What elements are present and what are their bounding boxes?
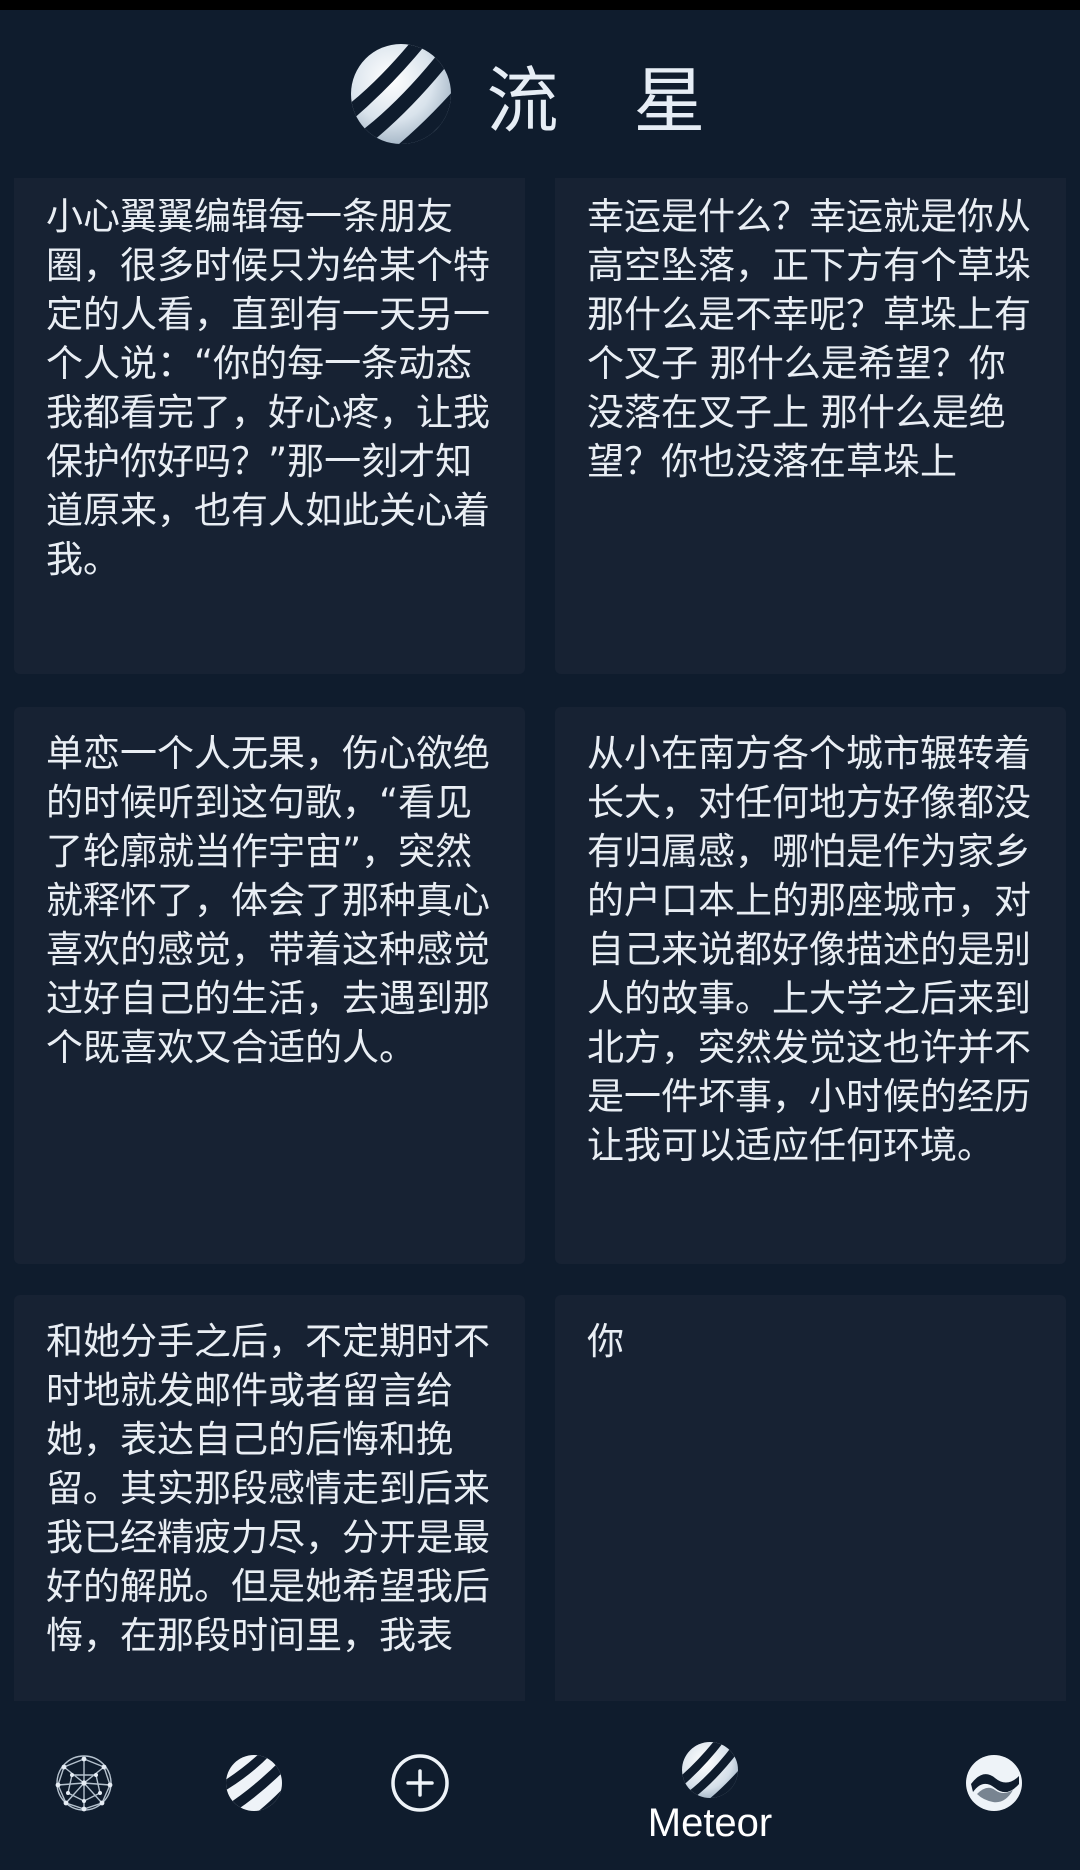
post-text: 你 xyxy=(587,1320,624,1363)
app-header: 流 星 xyxy=(0,10,1080,178)
post-card[interactable]: 幸运是什么？幸运就是你从高空坠落，正下方有个草垛 那什么是不幸呢？草垛上有个叉子… xyxy=(555,178,1066,674)
brand: 流 星 xyxy=(349,42,732,147)
post-text: 从小在南方各个城市辗转着长大，对任何地方好像都没有归属感，哪怕是作为家乡的户口本… xyxy=(587,732,1031,1167)
post-card[interactable]: 你 xyxy=(555,1295,1066,1701)
add-circle-icon xyxy=(391,1754,449,1812)
network-globe-icon xyxy=(55,1755,113,1812)
meteor-logo-icon xyxy=(682,1741,738,1798)
nav-item-explore[interactable] xyxy=(52,1751,116,1815)
post-text: 小心翼翼编辑每一条朋友圈，很多时候只为给某个特定的人看，直到有一天另一个人说：“… xyxy=(46,195,490,581)
nav-label-meteor: Meteor xyxy=(647,1800,773,1845)
nav-item-profile[interactable] xyxy=(962,1751,1026,1815)
post-card[interactable]: 小心翼翼编辑每一条朋友圈，很多时候只为给某个特定的人看，直到有一天另一个人说：“… xyxy=(14,178,525,674)
post-card[interactable]: 单恋一个人无果，伤心欲绝的时候听到这句歌，“看见了轮廓就当作宇宙”，突然就释怀了… xyxy=(14,707,525,1264)
nav-item-meteor-feed[interactable] xyxy=(222,1751,286,1815)
bottom-nav: Meteor xyxy=(0,1701,1080,1870)
add-post-button[interactable] xyxy=(388,1751,452,1815)
post-text: 幸运是什么？幸运就是你从高空坠落，正下方有个草垛 那什么是不幸呢？草垛上有个叉子… xyxy=(587,195,1031,483)
status-bar xyxy=(0,0,1080,10)
striped-ball-icon xyxy=(226,1755,282,1811)
post-card[interactable]: 和她分手之后，不定期时不时地就发邮件或者留言给她，表达自己的后悔和挽留。其实那段… xyxy=(14,1295,525,1701)
nav-item-meteor[interactable]: Meteor xyxy=(630,1731,790,1855)
post-text: 和她分手之后，不定期时不时地就发邮件或者留言给她，表达自己的后悔和挽留。其实那段… xyxy=(46,1320,490,1657)
meteor-globe-icon xyxy=(349,42,453,146)
app-title: 流 星 xyxy=(486,58,732,143)
post-text: 单恋一个人无果，伤心欲绝的时候听到这句歌，“看见了轮廓就当作宇宙”，突然就释怀了… xyxy=(46,732,490,1069)
post-card[interactable]: 从小在南方各个城市辗转着长大，对任何地方好像都没有归属感，哪怕是作为家乡的户口本… xyxy=(555,707,1066,1264)
post-grid[interactable]: 小心翼翼编辑每一条朋友圈，很多时候只为给某个特定的人看，直到有一天另一个人说：“… xyxy=(0,178,1080,1701)
orbit-swirl-icon xyxy=(966,1755,1022,1811)
